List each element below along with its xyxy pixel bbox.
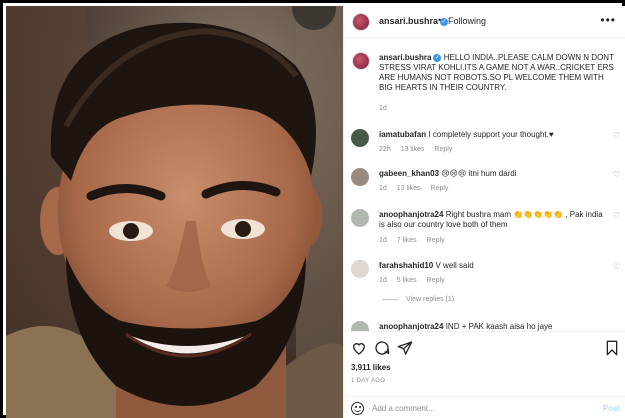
comment-icon[interactable] xyxy=(374,340,390,356)
caption-text: ansari.bushra ✓ HELLO INDIA..PLEASE CALM … xyxy=(379,53,614,93)
comment-meta: 1d 13 likes Reply xyxy=(379,185,458,192)
comment-text: anoophanjotra24 IND + PAK kaash aisa ho … xyxy=(379,322,607,331)
comment-item: iamatubafan I completely support your th… xyxy=(344,127,625,165)
comment-body: I completely support your thought.♥ xyxy=(428,130,554,139)
commenter-avatar[interactable] xyxy=(351,260,369,278)
following-button[interactable]: Following xyxy=(448,16,486,26)
comment-reply-button[interactable]: Reply xyxy=(431,185,449,192)
comment-time[interactable]: 1d xyxy=(379,237,387,244)
comment-like-heart-icon[interactable]: ♡ xyxy=(613,132,621,140)
post-comment-button[interactable]: Post xyxy=(603,404,620,413)
bookmark-icon[interactable] xyxy=(604,340,620,356)
commenter-avatar[interactable] xyxy=(351,209,369,227)
caption-username[interactable]: ansari.bushra xyxy=(379,53,431,62)
comment-time[interactable]: 1d xyxy=(379,185,387,192)
commenter-avatar[interactable] xyxy=(351,129,369,147)
heart-icon[interactable] xyxy=(351,340,367,356)
replies-divider xyxy=(382,298,398,300)
share-icon[interactable] xyxy=(397,340,413,356)
comment-body: IND + PAK kaash aisa ho jaye xyxy=(445,322,553,331)
comment-time[interactable]: 22h xyxy=(379,146,391,153)
comment-like-heart-icon[interactable]: ♡ xyxy=(613,212,621,220)
comment-item: anoophanjotra24 IND + PAK kaash aisa ho … xyxy=(344,319,625,331)
post-photo[interactable] xyxy=(6,6,343,418)
comment-like-heart-icon[interactable]: ♡ xyxy=(613,263,621,271)
more-options-icon[interactable]: ••• xyxy=(600,13,616,27)
comment-text: gabeen_khan03 😢😢😢 itni hum dardi xyxy=(379,169,607,179)
commenter-avatar[interactable] xyxy=(351,321,369,331)
comment-text: farahshahid10 V well said xyxy=(379,261,607,271)
comment-like-heart-icon[interactable]: ♡ xyxy=(613,171,621,179)
comment-body: V well said xyxy=(435,261,474,270)
comment-time[interactable]: 1d xyxy=(379,277,387,284)
comment-reply-button[interactable]: Reply xyxy=(434,146,452,153)
posted-time[interactable]: 1 DAY AGO xyxy=(351,378,385,384)
comment-item: gabeen_khan03 😢😢😢 itni hum dardi 1d 13 li… xyxy=(344,166,625,204)
comment-meta: 1d 5 likes Reply xyxy=(379,277,455,284)
add-comment-input[interactable] xyxy=(372,401,592,416)
separator-dot: • xyxy=(438,15,442,25)
emoji-icon[interactable] xyxy=(351,402,364,415)
comment-likes[interactable]: 5 likes xyxy=(397,277,417,284)
commenter-avatar[interactable] xyxy=(351,168,369,186)
comment-body: 😢😢😢 itni hum dardi xyxy=(441,169,517,178)
comment-username[interactable]: anoophanjotra24 xyxy=(379,322,443,331)
comment-item: anoophanjotra24 Right bushra mam 👏👏👏👏👏 ,… xyxy=(344,207,625,251)
comment-reply-button[interactable]: Reply xyxy=(427,277,445,284)
post-side-panel: ansari.bushra ✓ • Following ••• ansari.bu… xyxy=(343,6,625,418)
comment-text: iamatubafan I completely support your th… xyxy=(379,130,607,140)
comment-meta: 22h 13 likes Reply xyxy=(379,146,462,153)
comment-likes[interactable]: 13 likes xyxy=(401,146,425,153)
comment-username[interactable]: anoophanjotra24 xyxy=(379,210,443,219)
instagram-post-window: ansari.bushra ✓ • Following ••• ansari.bu… xyxy=(0,0,625,418)
caption-time[interactable]: 1d xyxy=(379,105,387,112)
comment-text: anoophanjotra24 Right bushra mam 👏👏👏👏👏 ,… xyxy=(379,210,607,230)
add-comment-bar: Post xyxy=(344,396,625,418)
comment-reply-button[interactable]: Reply xyxy=(427,237,445,244)
caption-verified-icon: ✓ xyxy=(433,53,442,62)
comment-item: farahshahid10 V well said 1d 5 likes Reply… xyxy=(344,258,625,314)
likes-count[interactable]: 3,911 likes xyxy=(351,363,391,372)
verified-badge-icon: ✓ xyxy=(440,17,449,26)
caption-avatar[interactable] xyxy=(352,52,370,70)
comment-username[interactable]: gabeen_khan03 xyxy=(379,169,439,178)
view-replies-label[interactable]: View replies (1) xyxy=(406,296,454,303)
author-avatar[interactable] xyxy=(352,13,370,31)
author-username-text[interactable]: ansari.bushra xyxy=(379,16,438,26)
view-replies-button[interactable]: View replies (1) xyxy=(382,296,454,303)
photo-portrait xyxy=(6,6,343,418)
comment-likes[interactable]: 7 likes xyxy=(397,237,417,244)
comment-username[interactable]: iamatubafan xyxy=(379,130,426,139)
comment-likes[interactable]: 13 likes xyxy=(397,185,421,192)
comments-list[interactable]: ansari.bushra ✓ HELLO INDIA..PLEASE CALM … xyxy=(344,39,625,331)
comment-meta: 1d 7 likes Reply xyxy=(379,237,455,244)
post-header: ansari.bushra ✓ • Following ••• xyxy=(344,6,625,38)
post-actions-bar xyxy=(344,331,625,361)
comment-username[interactable]: farahshahid10 xyxy=(379,261,433,270)
